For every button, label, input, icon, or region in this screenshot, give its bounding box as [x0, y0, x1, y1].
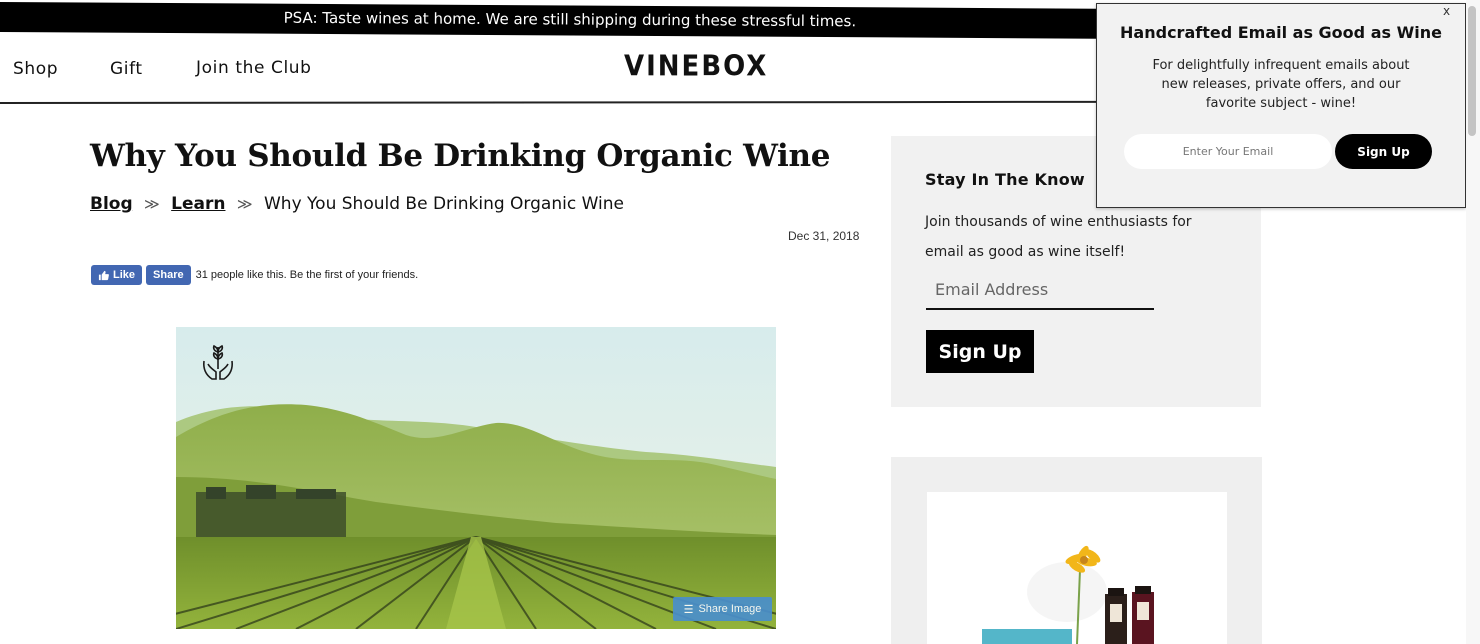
nav-join-the-club[interactable]: Join the Club — [196, 58, 312, 78]
site-logo[interactable]: VINEBOX — [624, 51, 768, 83]
share-image-label: Share Image — [698, 603, 762, 615]
facebook-like-button[interactable]: Like — [91, 265, 143, 285]
thumbs-up-icon — [98, 270, 109, 280]
popup-email-input[interactable] — [1124, 134, 1332, 169]
nav-gift[interactable]: Gift — [110, 59, 143, 79]
breadcrumb-separator: ≫ — [236, 195, 253, 213]
product-image[interactable] — [927, 492, 1227, 644]
share-image-button[interactable]: ☰ Share Image — [673, 597, 772, 621]
nav-shop[interactable]: Shop — [13, 59, 58, 79]
facebook-widget: Like Share 31 people like this. Be the f… — [91, 265, 418, 285]
breadcrumb-current: Why You Should Be Drinking Organic Wine — [264, 194, 624, 214]
breadcrumb-blog[interactable]: Blog — [90, 194, 133, 214]
popup-title: Handcrafted Email as Good as Wine — [1120, 23, 1442, 42]
hands-sprout-icon — [203, 344, 233, 380]
newsletter-description: Join thousands of wine enthusiasts for e… — [925, 214, 1192, 260]
scrollbar-thumb[interactable] — [1468, 6, 1476, 136]
hero-image — [176, 327, 776, 629]
facebook-share-button[interactable]: Share — [146, 265, 191, 285]
facebook-like-label: Like — [113, 269, 136, 281]
wine-gift-illustration — [927, 492, 1227, 644]
popup-signup-button[interactable]: Sign Up — [1335, 134, 1432, 169]
newsletter-email-input[interactable] — [926, 270, 1154, 310]
page-title: Why You Should Be Drinking Organic Wine — [90, 138, 831, 174]
site-header: Shop Gift Join the Club VINEBOX — [0, 32, 1110, 104]
breadcrumb-learn[interactable]: Learn — [171, 194, 225, 214]
newsletter-title: Stay In The Know — [925, 170, 1085, 189]
breadcrumb-separator: ≫ — [144, 195, 160, 213]
popup-close-button[interactable]: x — [1443, 4, 1450, 18]
vineyard-landscape — [176, 327, 776, 629]
breadcrumb: Blog ≫ Learn ≫ Why You Should Be Drinkin… — [90, 194, 624, 214]
facebook-share-label: Share — [153, 269, 184, 281]
newsletter-signup-button[interactable]: Sign Up — [926, 330, 1034, 373]
facebook-social-text: 31 people like this. Be the first of you… — [195, 269, 419, 281]
post-date: Dec 31, 2018 — [788, 229, 860, 243]
popup-description: For delightfully infrequent emails about… — [1152, 58, 1410, 111]
layers-icon: ☰ — [683, 603, 694, 616]
